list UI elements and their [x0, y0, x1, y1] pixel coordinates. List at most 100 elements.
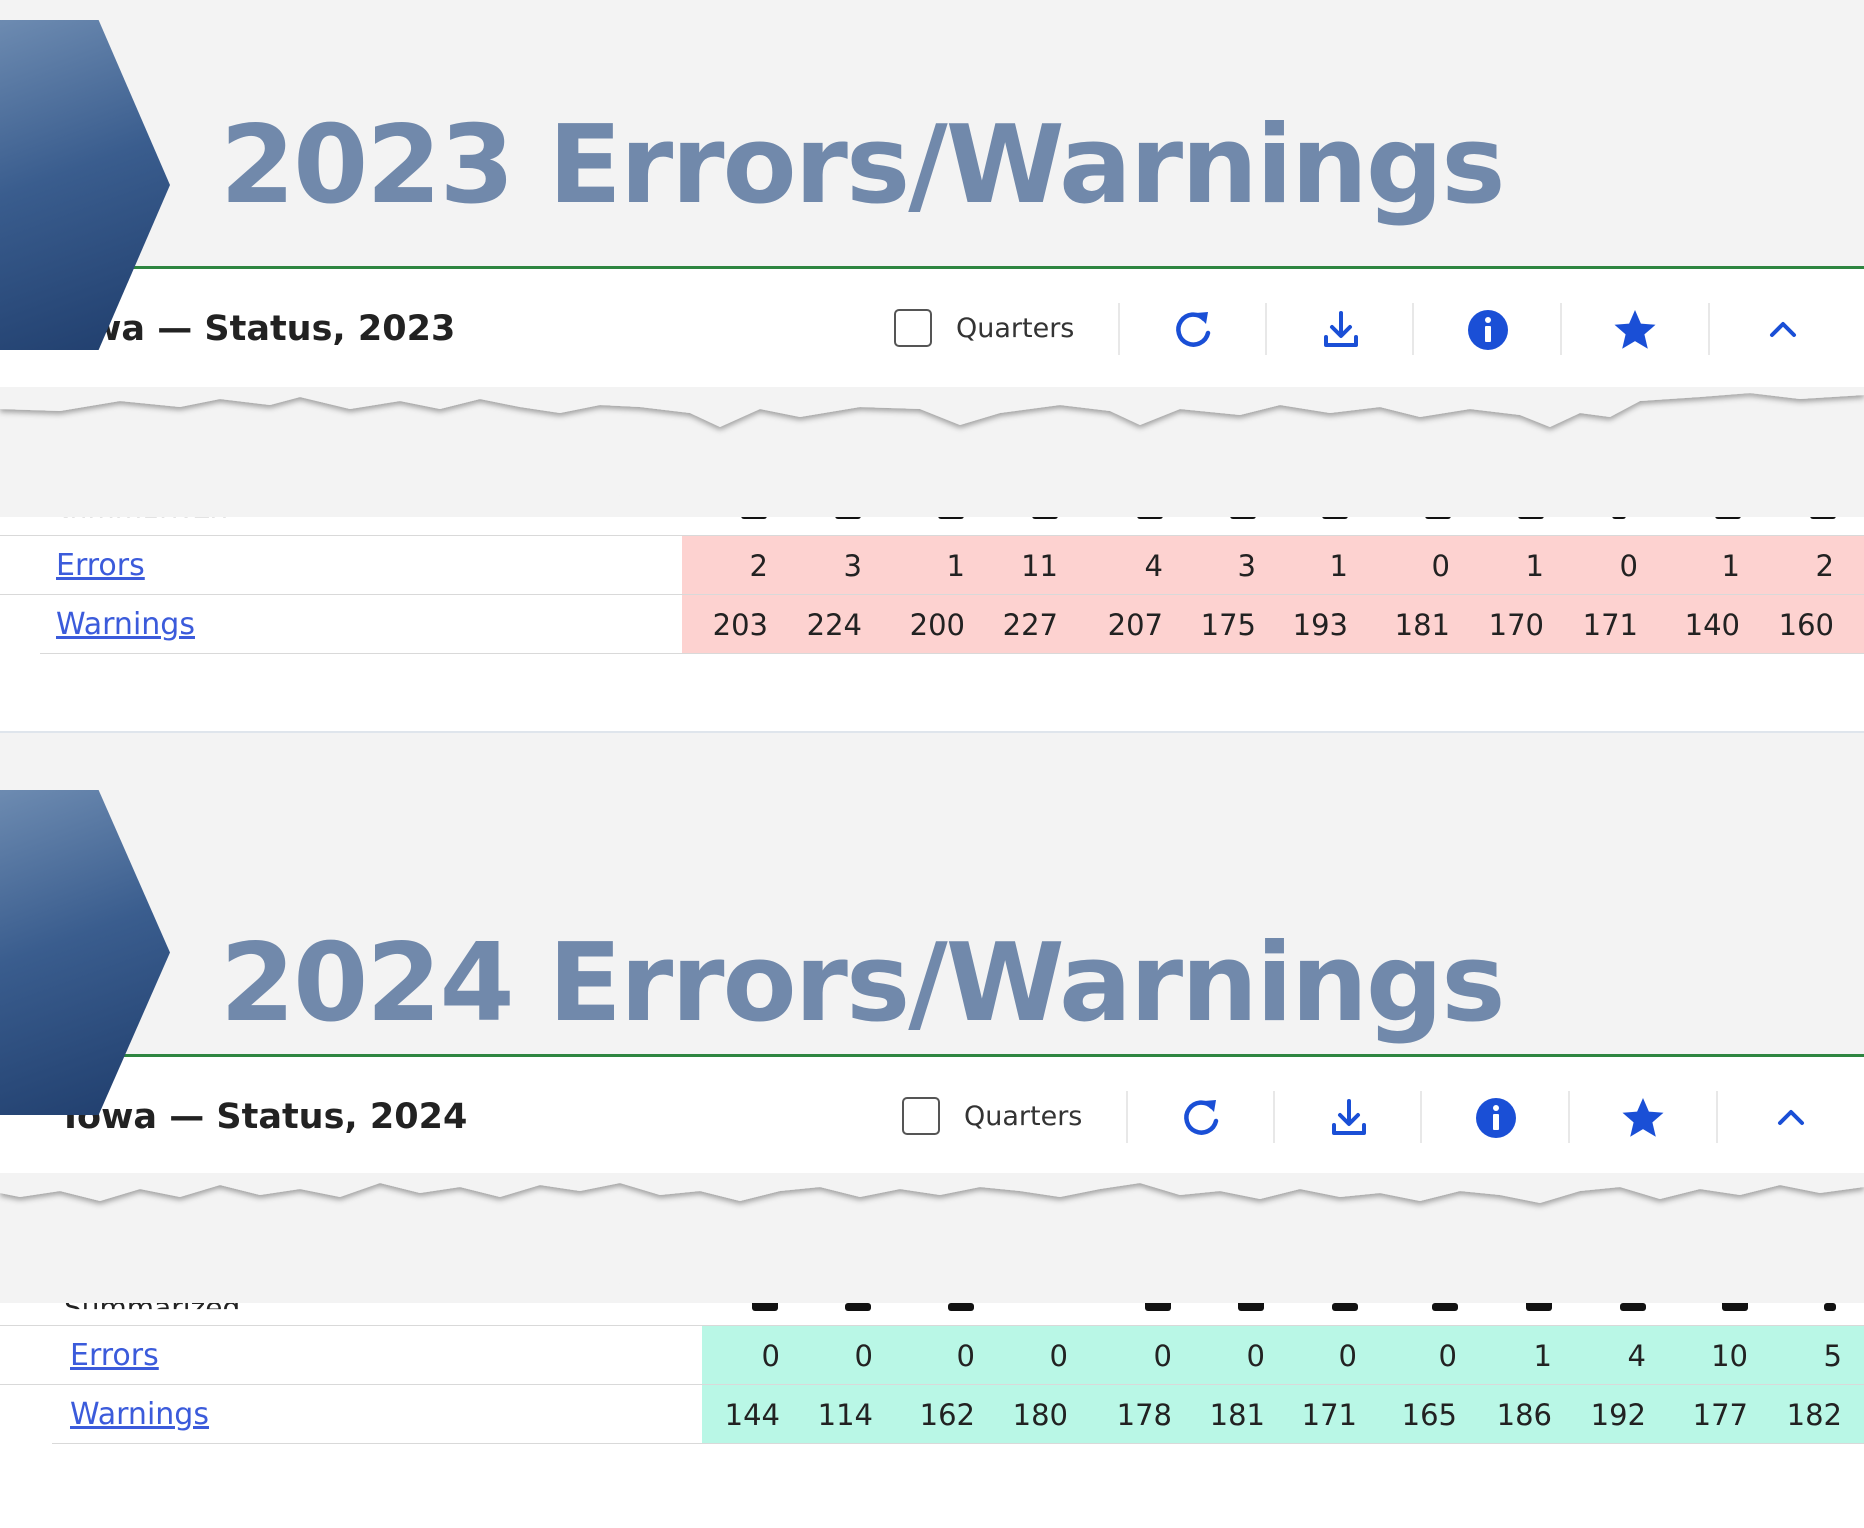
quarters-checkbox[interactable]	[902, 1097, 940, 1135]
download-icon[interactable]	[1326, 1095, 1372, 1141]
quarters-label: Quarters	[956, 313, 1075, 344]
warnings-link[interactable]: Warnings	[70, 1397, 209, 1432]
warnings-link[interactable]: Warnings	[56, 607, 195, 642]
toolbar-divider	[1560, 303, 1562, 355]
star-icon[interactable]	[1620, 1095, 1666, 1141]
table-cell: 0	[1338, 1339, 1357, 1373]
status-check-icon	[1432, 1303, 1458, 1311]
table-cell: 3	[843, 549, 862, 583]
table-cell: 1	[1525, 549, 1544, 583]
toolbar-divider	[1412, 303, 1414, 355]
table-cell: 1	[1329, 549, 1348, 583]
table-cell: 203	[712, 608, 768, 642]
section-2023: 2023 Errors/Warnings Iowa — Status, 2023…	[0, 0, 1864, 740]
chevron-up-icon[interactable]	[1768, 1095, 1814, 1141]
table-row-errors: Errors 2 3 1 11 4 3 1 0 1 0 1 2	[0, 535, 1864, 594]
quarters-label: Quarters	[964, 1101, 1083, 1132]
table-cell: 2	[1815, 549, 1834, 583]
table-cell: 1	[1721, 549, 1740, 583]
table-cell: 10	[1711, 1339, 1748, 1373]
table-cell: 224	[806, 608, 862, 642]
table-cell: 192	[1590, 1398, 1646, 1432]
section-heading: 2024 Errors/Warnings	[220, 921, 1505, 1046]
table-cell: 160	[1778, 608, 1834, 642]
refresh-icon[interactable]	[1170, 307, 1216, 353]
status-check-icon	[1620, 1303, 1646, 1311]
table-cell: 193	[1292, 608, 1348, 642]
download-icon[interactable]	[1318, 307, 1364, 353]
table-cell: 4	[1627, 1339, 1646, 1373]
toolbar-divider	[1118, 303, 1120, 355]
table-cell: 0	[854, 1339, 873, 1373]
table-cell: 0	[1619, 549, 1638, 583]
table-cell: 171	[1301, 1398, 1357, 1432]
section-heading: 2023 Errors/Warnings	[220, 103, 1505, 228]
status-panel: Iowa — Status, 2024 Quarters Summarized …	[0, 1054, 1864, 1528]
table-cell: 0	[1246, 1339, 1265, 1373]
torn-paper-divider	[0, 1173, 1864, 1303]
toolbar-divider	[1273, 1091, 1275, 1143]
table-cell: 186	[1496, 1398, 1552, 1432]
table-cell: 1	[946, 549, 965, 583]
table-cell: 3	[1237, 549, 1256, 583]
status-check-icon	[948, 1303, 974, 1311]
table-cell: 180	[1012, 1398, 1068, 1432]
table-cell: 0	[956, 1339, 975, 1373]
table-cell: 182	[1786, 1398, 1842, 1432]
quarters-checkbox[interactable]	[894, 309, 932, 347]
table-cell: 0	[1153, 1339, 1172, 1373]
table-cell: 0	[1049, 1339, 1068, 1373]
table-row-warnings: Warnings 203 224 200 227 207 175 193 181…	[0, 594, 1864, 653]
table-row-errors: Errors 0 0 0 0 0 0 0 0 1 4 10 5	[0, 1325, 1864, 1384]
panel-toolbar: Quarters	[880, 269, 1796, 389]
info-icon[interactable]	[1473, 1095, 1519, 1141]
table-cell: 181	[1209, 1398, 1265, 1432]
table-cell: 4	[1144, 549, 1163, 583]
toolbar-divider	[1265, 303, 1267, 355]
table-cell: 170	[1488, 608, 1544, 642]
toolbar-divider	[1126, 1091, 1128, 1143]
torn-paper-divider	[0, 387, 1864, 517]
toolbar-divider	[1708, 303, 1710, 355]
table-cell: 144	[724, 1398, 780, 1432]
panel-title: Iowa — Status, 2024	[64, 1097, 468, 1137]
info-icon[interactable]	[1465, 307, 1511, 353]
errors-link[interactable]: Errors	[70, 1338, 159, 1373]
table-cell: 165	[1401, 1398, 1457, 1432]
status-check-icon	[1332, 1303, 1358, 1311]
toolbar-divider	[1716, 1091, 1718, 1143]
table-cell: 140	[1684, 608, 1740, 642]
table-bottom-divider	[40, 653, 1864, 654]
panel-toolbar: Quarters	[888, 1057, 1804, 1177]
table-row-warnings: Warnings 144 114 162 180 178 181 171 165…	[0, 1384, 1864, 1443]
table-cell: 181	[1394, 608, 1450, 642]
status-check-icon	[845, 1303, 871, 1311]
table-cell: 114	[817, 1398, 873, 1432]
table-cell: 177	[1692, 1398, 1748, 1432]
status-check-icon	[1824, 1303, 1836, 1311]
table-cell: 0	[1431, 549, 1450, 583]
panel-header: Iowa — Status, 2023 Quarters	[0, 269, 1864, 390]
table-cell: 200	[909, 608, 965, 642]
table-cell: 1	[1533, 1339, 1552, 1373]
table-cell: 0	[761, 1339, 780, 1373]
table-cell: 11	[1021, 549, 1058, 583]
toolbar-divider	[1420, 1091, 1422, 1143]
table-cell: 2	[749, 549, 768, 583]
chevron-up-icon[interactable]	[1760, 307, 1806, 353]
table-cell: 175	[1200, 608, 1256, 642]
table-cell: 178	[1116, 1398, 1172, 1432]
panel-header: Iowa — Status, 2024 Quarters	[0, 1057, 1864, 1178]
star-icon[interactable]	[1612, 307, 1658, 353]
status-panel: Iowa — Status, 2023 Quarters Errors 2 3 …	[0, 266, 1864, 733]
refresh-icon[interactable]	[1178, 1095, 1224, 1141]
table-bottom-divider	[52, 1443, 1864, 1444]
errors-link[interactable]: Errors	[56, 548, 145, 583]
table-cell: 227	[1002, 608, 1058, 642]
table-cell: 0	[1438, 1339, 1457, 1373]
table-cell: 207	[1107, 608, 1163, 642]
table-cell: 162	[919, 1398, 975, 1432]
section-2024: 2024 Errors/Warnings Iowa — Status, 2024…	[0, 790, 1864, 1528]
toolbar-divider	[1568, 1091, 1570, 1143]
table-cell: 171	[1582, 608, 1638, 642]
